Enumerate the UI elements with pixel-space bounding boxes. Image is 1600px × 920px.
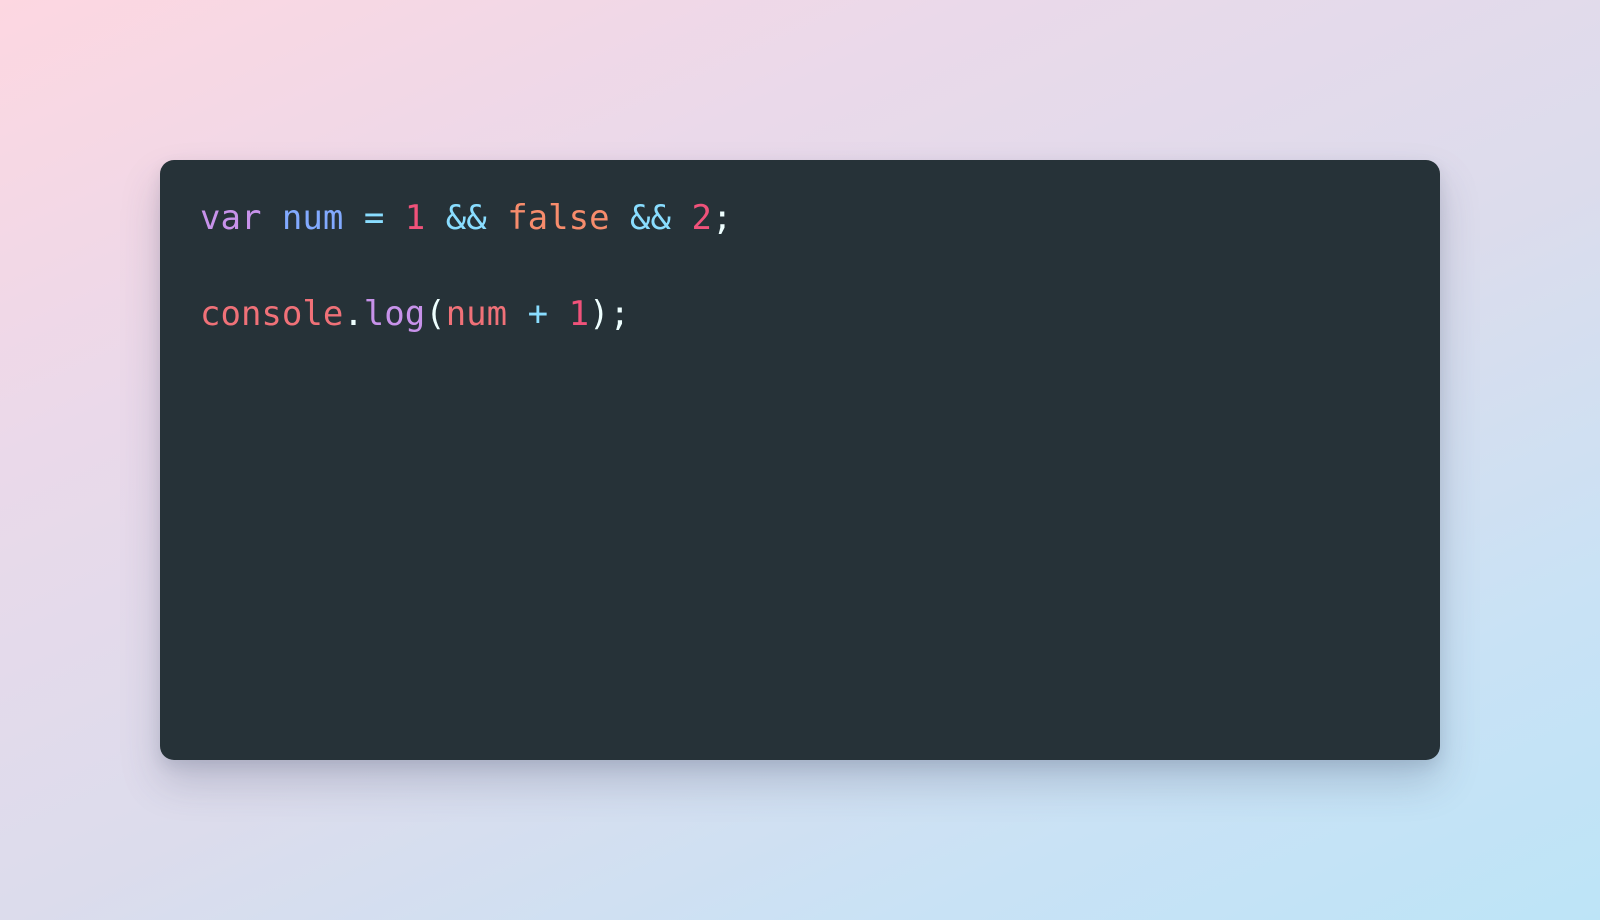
variable-token: num <box>445 294 508 334</box>
number-token: 1 <box>404 198 426 238</box>
number-token: 1 <box>568 294 590 334</box>
code-snippet-card: var num = 1 && false && 2; console.log(n… <box>160 160 1440 760</box>
variable-token: num <box>281 198 344 238</box>
object-token: console <box>200 294 344 334</box>
code-line-1: var num = 1 && false && 2; <box>200 194 1400 242</box>
punctuation-token: ) <box>589 294 610 334</box>
punctuation-token: ; <box>711 198 733 238</box>
method-token: log <box>363 294 426 334</box>
operator-token: && <box>445 198 487 238</box>
boolean-token: false <box>507 198 610 238</box>
operator-token: && <box>630 198 671 238</box>
keyword-token: var <box>200 198 262 238</box>
punctuation-token: ( <box>425 294 446 334</box>
operator-token: + <box>527 294 549 334</box>
punctuation-token: ; <box>609 294 631 334</box>
punctuation-token: . <box>343 294 364 334</box>
code-line-3: console.log(num + 1); <box>200 290 1400 338</box>
operator-token: = <box>363 198 385 238</box>
number-token: 2 <box>691 198 712 238</box>
